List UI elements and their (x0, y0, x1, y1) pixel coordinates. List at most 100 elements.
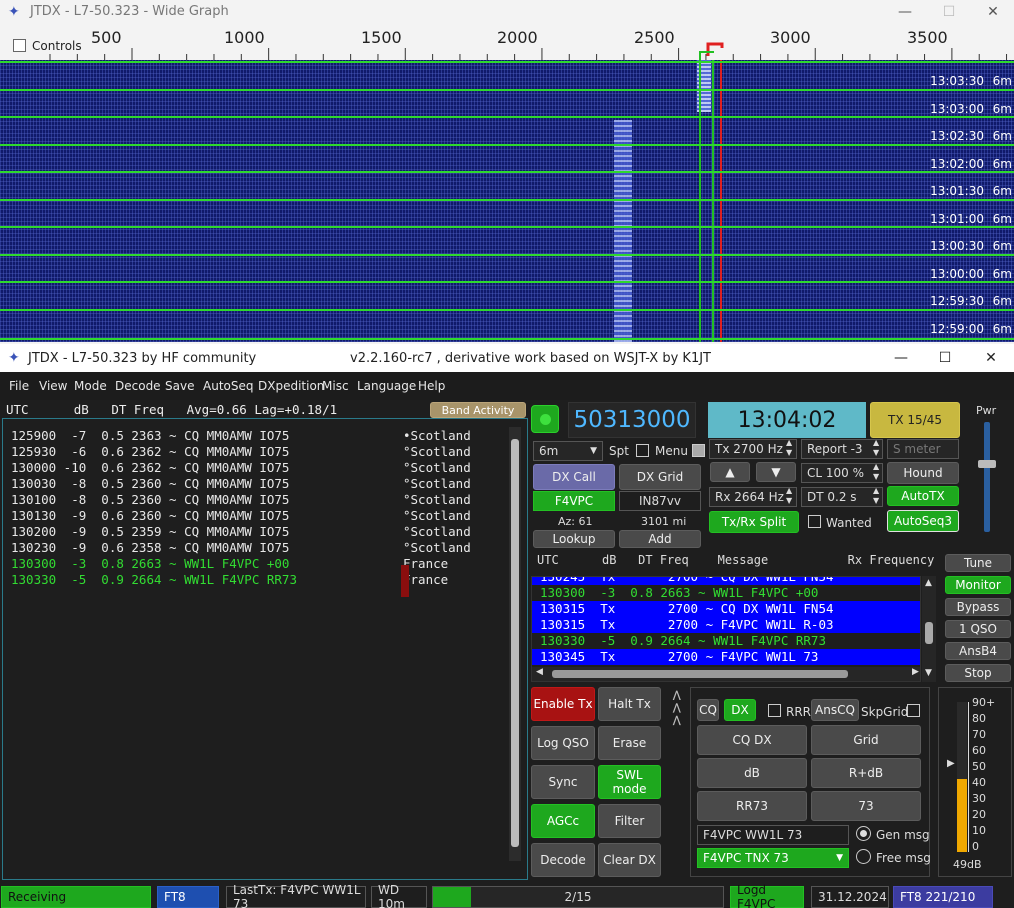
meter-peak-icon: ▶ (947, 758, 955, 769)
dx-grid-button[interactable]: DX Grid (619, 464, 701, 490)
decode-row[interactable]: 125930 -6 0.6 2362 ~ CQ MM0AMW IO75 (11, 444, 289, 459)
enable-tx-button[interactable]: Enable Tx (531, 687, 595, 721)
cl-spinbox[interactable]: CL 100 % (801, 463, 883, 483)
decode-row[interactable]: 130300 -3 0.8 2663 ~ WW1L F4VPC +00 (11, 556, 289, 571)
decode-row[interactable]: 130000 -10 0.6 2362 ~ CQ MM0AMW IO75 (11, 460, 289, 475)
spin-arrows-icon[interactable]: ▲ ▼ (786, 438, 792, 458)
clear-dx-button[interactable]: Clear DX (598, 843, 661, 877)
menu-misc[interactable]: Misc (322, 379, 349, 393)
menu-help[interactable]: Help (418, 379, 445, 393)
stop-button[interactable]: Stop (945, 664, 1011, 682)
autoseq3-button[interactable]: AutoSeq3 (887, 510, 959, 532)
menu-decode[interactable]: Decode (115, 379, 161, 393)
band-activity-scrollbar[interactable] (509, 427, 521, 861)
decode-row[interactable]: 125900 -7 0.5 2363 ~ CQ MM0AMW IO75 (11, 428, 289, 443)
sync-button[interactable]: Sync (531, 765, 595, 799)
ansb4-button[interactable]: AnsB4 (945, 642, 1011, 660)
bypass-button[interactable]: Bypass (945, 598, 1011, 616)
tune-button[interactable]: Tune (945, 554, 1011, 572)
spin-arrows-icon[interactable]: ▲ ▼ (786, 486, 792, 506)
menu-autoseq[interactable]: AutoSeq (203, 379, 253, 393)
decode-row[interactable]: 130100 -8 0.5 2360 ~ CQ MM0AMW IO75 (11, 492, 289, 507)
minimize-icon[interactable]: — (882, 0, 928, 24)
tx-period-button[interactable]: TX 15/45 (870, 402, 960, 438)
rx-vscrollbar[interactable]: ▲ ▼ (922, 576, 936, 682)
halt-tx-button[interactable]: Halt Tx (598, 687, 661, 721)
gen-msg-radio[interactable] (856, 826, 871, 841)
decode-row[interactable]: 130230 -9 0.6 2358 ~ CQ MM0AMW IO75 (11, 540, 289, 555)
log-qso-button[interactable]: Log QSO (531, 726, 595, 760)
db-message-button[interactable]: dB (697, 758, 807, 788)
spin-arrows-icon[interactable]: ▲ ▼ (873, 438, 879, 458)
monitor-button[interactable]: Monitor (945, 576, 1011, 594)
erase-button[interactable]: Erase (598, 726, 661, 760)
rx-message-row[interactable]: 130345 Tx 2700 ~ F4VPC WW1L 73 (532, 649, 920, 665)
maximize-icon[interactable]: ☐ (926, 0, 972, 24)
wanted-checkbox[interactable] (808, 515, 821, 528)
swl-mode-button[interactable]: SWL mode (598, 765, 661, 799)
menu-language[interactable]: Language (357, 379, 416, 393)
dx-call-field[interactable]: F4VPC (533, 491, 615, 511)
autotx-button[interactable]: AutoTX (887, 486, 959, 506)
freq-down-button[interactable]: ▼ (756, 462, 796, 482)
cq-dx-message-button[interactable]: CQ DX (697, 725, 807, 755)
spt-checkbox[interactable] (636, 444, 649, 457)
decode-row[interactable]: 130200 -9 0.5 2359 ~ CQ MM0AMW IO75 (11, 524, 289, 539)
close-icon[interactable]: ✕ (968, 346, 1014, 370)
rx-hscrollbar[interactable]: ◀ ▶ (532, 667, 920, 681)
rr73-message-button[interactable]: RR73 (697, 791, 807, 821)
band-activity-panel[interactable]: 125900 -7 0.5 2363 ~ CQ MM0AMW IO75 •Scot… (2, 418, 528, 880)
dt-spinbox[interactable]: DT 0.2 s (801, 487, 883, 507)
close-icon[interactable]: ✕ (970, 0, 1014, 24)
menu-mode[interactable]: Mode (74, 379, 107, 393)
filter-button[interactable]: Filter (598, 804, 661, 838)
txrx-split-button[interactable]: Tx/Rx Split (709, 511, 799, 533)
decode-row[interactable]: 130030 -8 0.5 2360 ~ CQ MM0AMW IO75 (11, 476, 289, 491)
grid-message-button[interactable]: Grid (811, 725, 921, 755)
decode-row[interactable]: 130330 -5 0.9 2664 ~ WW1L F4VPC RR73 (11, 572, 297, 587)
rx-freq-spinbox[interactable]: Rx 2664 Hz (709, 487, 797, 507)
menu-checkbox[interactable] (692, 444, 705, 457)
hound-button[interactable]: Hound (887, 462, 959, 484)
dx-button[interactable]: DX (724, 699, 756, 721)
pwr-slider-track[interactable] (984, 422, 990, 532)
free-msg-combo[interactable]: F4VPC TNX 73 ▼ (697, 848, 849, 868)
gen-msg-field[interactable]: F4VPC WW1L 73 (697, 825, 849, 845)
add-button[interactable]: Add (619, 530, 701, 548)
tx-freq-spinbox[interactable]: Tx 2700 Hz (709, 439, 797, 459)
band-activity-button[interactable]: Band Activity (430, 402, 526, 418)
rx-message-row[interactable]: 130300 -3 0.8 2663 ~ WW1L F4VPC +00 (532, 585, 920, 601)
agcc-button[interactable]: AGCc (531, 804, 595, 838)
decode-button[interactable]: Decode (531, 843, 595, 877)
lookup-button[interactable]: Lookup (533, 530, 615, 548)
skpgrid-checkbox[interactable] (907, 704, 920, 717)
one-qso-button[interactable]: 1 QSO (945, 620, 1011, 638)
menu-file[interactable]: File (9, 379, 29, 393)
decode-row[interactable]: 130130 -9 0.6 2360 ~ CQ MM0AMW IO75 (11, 508, 289, 523)
rrr-checkbox[interactable] (768, 704, 781, 717)
pwr-slider-handle[interactable] (978, 460, 996, 468)
rx-frequency-panel[interactable]: 130245 Tx 2700 ~ CQ DX WW1L FN54 130300 -… (531, 576, 921, 682)
menu-view[interactable]: View (39, 379, 67, 393)
r-db-message-button[interactable]: R+dB (811, 758, 921, 788)
menu-save[interactable]: Save (165, 379, 194, 393)
menu-dxpedition[interactable]: DXpedition (258, 379, 324, 393)
rx-message-row[interactable]: 130245 Tx 2700 ~ CQ DX WW1L FN54 (532, 577, 920, 585)
free-msg-radio[interactable] (856, 849, 871, 864)
73-message-button[interactable]: 73 (811, 791, 921, 821)
dx-call-button[interactable]: DX Call (533, 464, 615, 490)
minimize-icon[interactable]: — (878, 346, 924, 370)
rx-message-row[interactable]: 130315 Tx 2700 ~ CQ DX WW1L FN54 (532, 601, 920, 617)
freq-up-button[interactable]: ▲ (710, 462, 750, 482)
report-spinbox[interactable]: Report -3 (801, 439, 883, 459)
spin-arrows-icon[interactable]: ▲ ▼ (873, 486, 879, 506)
band-select[interactable]: 6m ▼ (533, 441, 603, 461)
dx-grid-field[interactable]: IN87vv (619, 491, 701, 511)
rx-message-row[interactable]: 130315 Tx 2700 ~ F4VPC WW1L R-03 (532, 617, 920, 633)
maximize-icon[interactable]: ☐ (922, 346, 968, 370)
anscq-button[interactable]: AnsCQ (811, 699, 859, 721)
spin-arrows-icon[interactable]: ▲ ▼ (873, 462, 879, 482)
waterfall-display[interactable]: 13:03:30 6m 13:03:00 6m 13:02:30 6m 13:02:00 6m… (0, 60, 1014, 342)
cq-button[interactable]: CQ (697, 699, 719, 721)
rx-message-row[interactable]: 130330 -5 0.9 2664 ~ WW1L F4VPC RR73 (532, 633, 920, 649)
